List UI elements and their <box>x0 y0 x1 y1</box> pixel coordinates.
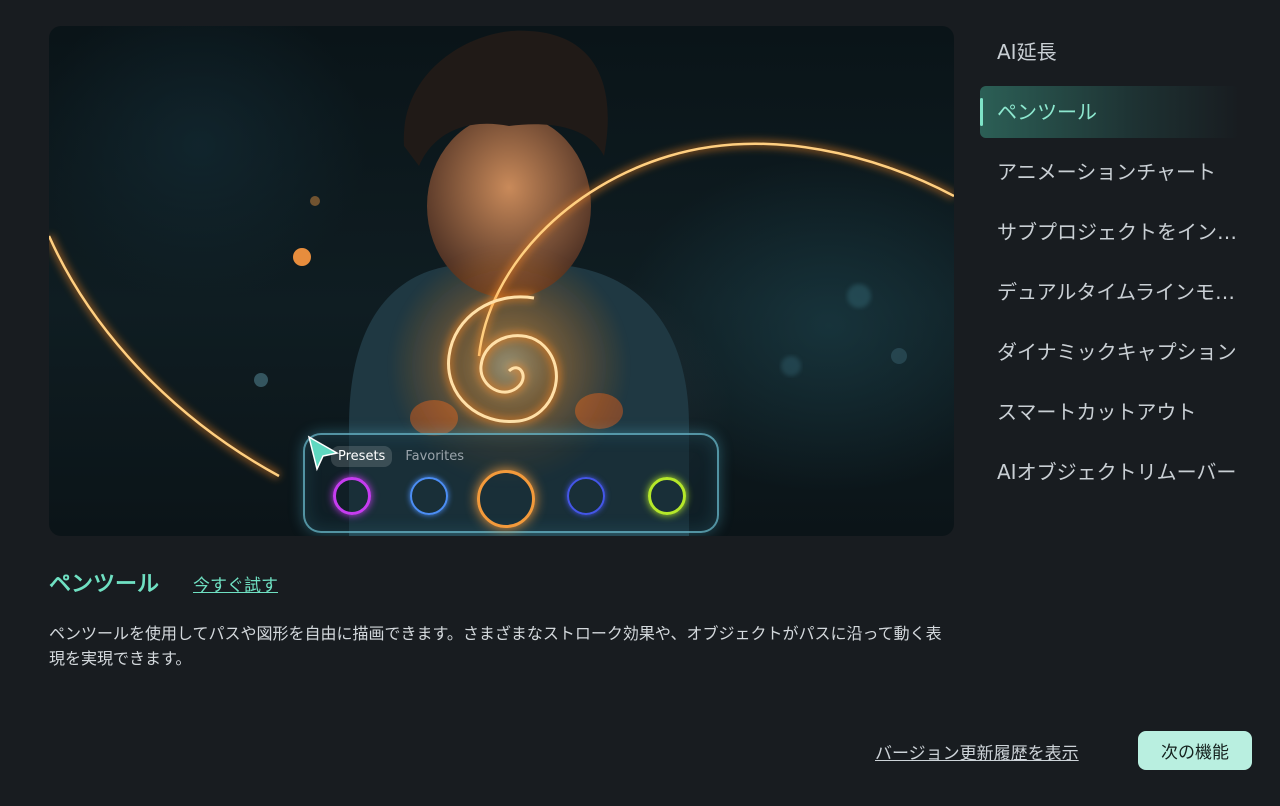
feature-item-dynamic-caption[interactable]: ダイナミックキャプション <box>980 322 1240 382</box>
next-feature-button[interactable]: 次の機能 <box>1138 731 1252 770</box>
feature-item-import-subproject[interactable]: サブプロジェクトをインポート <box>980 202 1240 262</box>
preset-swatch-purple[interactable] <box>333 477 371 515</box>
feature-item-ai-extend[interactable]: AI延長 <box>980 22 1240 82</box>
feature-item-ai-object-remover[interactable]: AIオブジェクトリムーバー <box>980 442 1240 502</box>
preset-swatch-lime[interactable] <box>648 477 686 515</box>
try-now-link[interactable]: 今すぐ試す <box>193 571 278 596</box>
cursor-arrow-icon <box>307 435 340 472</box>
feature-list: AI延長 ペンツール アニメーションチャート サブプロジェクトをインポート デュ… <box>980 22 1240 502</box>
feature-description: ペンツールを使用してパスや図形を自由に描画できます。さまざまなストローク効果や、… <box>49 624 942 668</box>
preset-swatch-orange[interactable] <box>477 470 535 528</box>
preset-picker-tabs: Presets Favorites <box>331 446 471 467</box>
version-history-link[interactable]: バージョン更新履歴を表示 <box>875 739 1079 764</box>
feature-item-pen-tool[interactable]: ペンツール <box>980 86 1240 138</box>
feature-item-smart-cutout[interactable]: スマートカットアウト <box>980 382 1240 442</box>
feature-item-animation-chart[interactable]: アニメーションチャート <box>980 142 1240 202</box>
preset-swatch-blue[interactable] <box>410 477 448 515</box>
feature-item-dual-timeline[interactable]: デュアルタイムラインモード <box>980 262 1240 322</box>
tab-favorites[interactable]: Favorites <box>398 446 471 467</box>
preset-swatch-indigo[interactable] <box>567 477 605 515</box>
feature-title: ペンツール <box>49 572 160 597</box>
feature-preview-image: Presets Favorites <box>49 26 954 536</box>
bokeh-light <box>293 248 311 266</box>
preset-picker: Presets Favorites <box>303 433 719 533</box>
